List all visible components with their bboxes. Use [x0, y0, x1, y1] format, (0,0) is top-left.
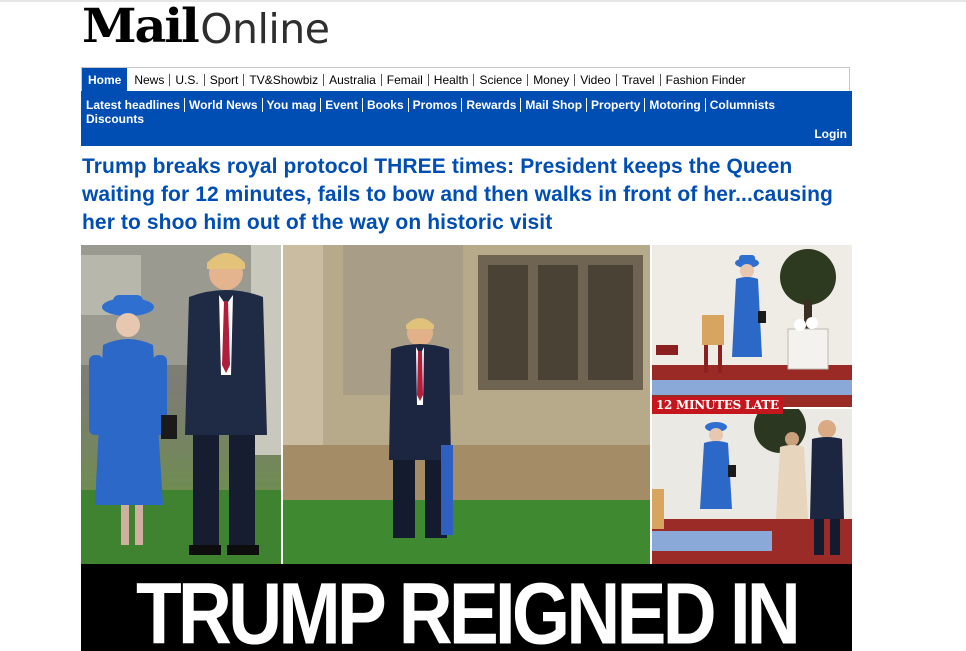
secondary-nav-row: Discounts — [86, 112, 852, 126]
photo-mid-illustration — [283, 245, 650, 565]
banner-text: TRUMP REIGNED IN — [135, 564, 801, 651]
article-photo-queen-waiting[interactable] — [652, 245, 852, 407]
nav-item-femail[interactable]: Femail — [382, 73, 429, 86]
subnav-item-event[interactable]: Event — [323, 98, 363, 112]
subnav-item-books[interactable]: Books — [365, 98, 409, 112]
nav-item-money[interactable]: Money — [528, 73, 576, 86]
subnav-item-motoring[interactable]: Motoring — [647, 98, 706, 112]
article-headline[interactable]: Trump breaks royal protocol THREE times:… — [82, 153, 852, 237]
nav-item-news[interactable]: News — [129, 73, 171, 86]
nav-item-tv-showbiz[interactable]: TV&Showbiz — [244, 73, 325, 86]
nav-item-sport[interactable]: Sport — [205, 73, 245, 86]
article-photo-trump-courtyard[interactable] — [283, 245, 650, 565]
subnav-item-columnists[interactable]: Columnists — [708, 98, 779, 112]
login-link[interactable]: Login — [814, 127, 847, 141]
nav-item-health[interactable]: Health — [429, 73, 475, 86]
article-photo-trump-walking-ahead[interactable] — [652, 409, 852, 565]
subnav-item-latest-headlines[interactable]: Latest headlines — [86, 98, 186, 112]
twelve-minutes-late-badge: 12 MINUTES LATE — [652, 397, 783, 414]
nav-item-australia[interactable]: Australia — [324, 73, 382, 86]
nav-item-fashion-finder[interactable]: Fashion Finder — [661, 74, 751, 86]
site-logo[interactable]: Mail Online — [82, 0, 330, 54]
nav-item-video[interactable]: Video — [575, 73, 617, 86]
secondary-nav-row: Latest headlines World News You mag Even… — [86, 98, 852, 112]
subnav-item-world-news[interactable]: World News — [187, 98, 263, 112]
photo-right-bottom-illustration — [652, 409, 852, 565]
nav-item-science[interactable]: Science — [474, 73, 529, 86]
logo-online-wordmark: Online — [200, 5, 330, 53]
subnav-item-mail-shop[interactable]: Mail Shop — [523, 98, 588, 112]
subnav-item-rewards[interactable]: Rewards — [464, 98, 522, 112]
photo-right-top-illustration — [652, 245, 852, 407]
photo-left-illustration — [81, 245, 281, 565]
primary-nav: Home News U.S. Sport TV&Showbiz Australi… — [81, 67, 850, 92]
page: Mail Online Home News U.S. Sport TV&Show… — [0, 0, 966, 651]
nav-item-home[interactable]: Home — [82, 67, 128, 92]
secondary-nav: Latest headlines World News You mag Even… — [81, 91, 852, 146]
nav-item-us[interactable]: U.S. — [170, 73, 205, 86]
nav-item-travel[interactable]: Travel — [617, 73, 661, 86]
subnav-item-property[interactable]: Property — [589, 98, 646, 112]
subnav-item-discounts[interactable]: Discounts — [86, 112, 148, 126]
headline-banner[interactable]: TRUMP REIGNED IN — [81, 564, 852, 651]
subnav-item-promos[interactable]: Promos — [411, 98, 463, 112]
subnav-item-you-mag[interactable]: You mag — [265, 98, 322, 112]
logo-mail-wordmark: Mail — [82, 0, 200, 54]
article-photo-queen-and-trump[interactable] — [81, 245, 281, 565]
